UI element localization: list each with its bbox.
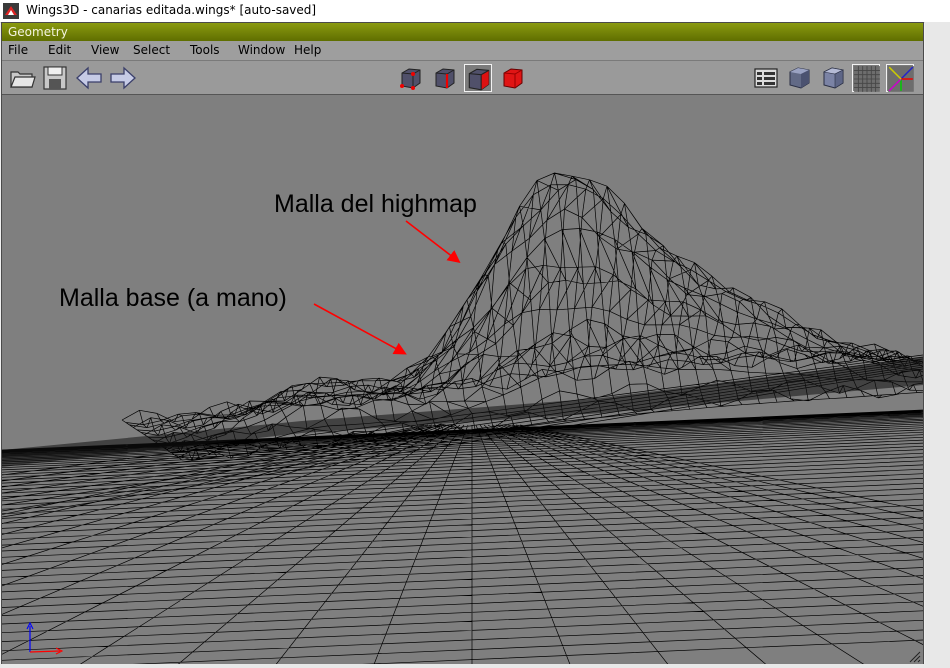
axes-toggle-icon [888, 66, 914, 92]
menu-tools[interactable]: Tools [190, 43, 220, 57]
undo-arrow-icon [76, 66, 102, 90]
redo-button[interactable] [109, 64, 137, 92]
flat-shaded-icon [823, 67, 844, 89]
axis-gizmo [26, 621, 64, 655]
wings3d-app-icon [3, 3, 19, 19]
outliner-icon [754, 68, 778, 88]
flat-shaded-button[interactable] [819, 64, 847, 92]
axes-toggle-button[interactable] [886, 64, 914, 92]
menu-view[interactable]: View [91, 43, 119, 57]
smooth-shaded-button[interactable] [785, 64, 813, 92]
geometry-window-title: Geometry [8, 25, 68, 39]
annotation-arrows [313, 220, 461, 355]
ground-grid-button[interactable] [852, 64, 880, 92]
save-file-icon [43, 66, 67, 90]
save-file-button[interactable] [41, 64, 69, 92]
body-select-icon [503, 68, 523, 89]
open-file-button[interactable] [8, 64, 36, 92]
redo-arrow-icon [110, 66, 136, 90]
open-file-icon [10, 71, 36, 88]
menu-window[interactable]: Window [238, 43, 285, 57]
menu-edit[interactable]: Edit [48, 43, 71, 57]
face-select-button[interactable] [464, 64, 492, 92]
x-axis-line [29, 650, 61, 653]
edge-select-button[interactable] [431, 64, 459, 92]
geometry-window: Geometry File Edit View Select Tools Win… [1, 22, 924, 666]
undo-button[interactable] [75, 64, 103, 92]
outliner-button[interactable] [752, 64, 780, 92]
base-mesh-arrow [313, 303, 407, 355]
menu-file[interactable]: File [8, 43, 28, 57]
menu-help[interactable]: Help [294, 43, 321, 57]
geometry-window-header[interactable]: Geometry [2, 23, 923, 41]
ground-grid-icon [854, 66, 880, 92]
edge-select-icon [435, 68, 455, 89]
vertex-select-button[interactable] [397, 64, 425, 92]
body-select-button[interactable] [499, 64, 527, 92]
window-title-bar: Wings3D - canarias editada.wings* [auto-… [0, 0, 950, 23]
vertex-select-icon [400, 68, 421, 90]
menu-bar: File Edit View Select Tools Window Help [2, 41, 923, 61]
3d-viewport[interactable]: Malla del highmap Malla base (a mano) [2, 95, 923, 665]
right-window-margin [925, 22, 950, 668]
highmap-arrow [405, 220, 461, 263]
resize-grip-icon[interactable] [909, 651, 921, 663]
bottom-window-margin [0, 664, 925, 668]
face-select-icon [468, 68, 490, 91]
menu-select[interactable]: Select [133, 43, 170, 57]
window-title: Wings3D - canarias editada.wings* [auto-… [26, 3, 317, 17]
toolbar [2, 61, 923, 95]
smooth-shaded-icon [789, 67, 810, 89]
